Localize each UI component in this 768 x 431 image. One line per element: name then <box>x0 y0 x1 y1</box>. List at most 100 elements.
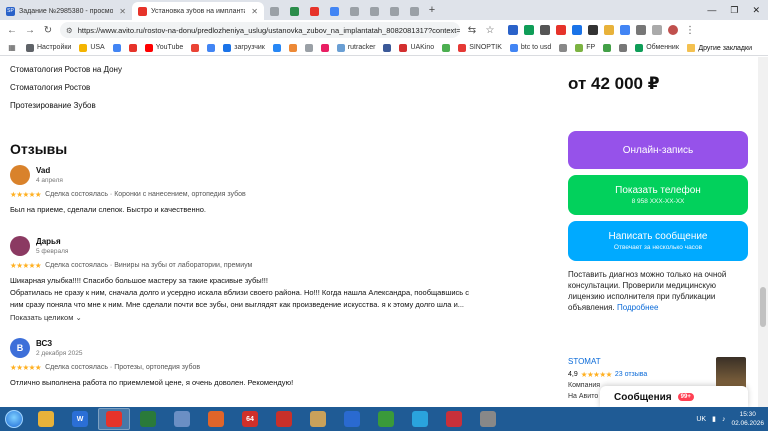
diagnosis-note: Поставить диагноз можно только на очной … <box>568 269 748 313</box>
taskbar-app-app-green[interactable] <box>370 408 402 430</box>
reviewer-name[interactable]: Дарья <box>36 237 68 246</box>
language-indicator[interactable]: UK <box>696 416 706 423</box>
start-button[interactable] <box>0 407 28 431</box>
back-icon[interactable]: ← <box>6 25 18 36</box>
bookmark-item[interactable]: btc to usd <box>509 43 551 52</box>
tag-link[interactable]: Протезирование Зубов <box>10 97 550 115</box>
sidepanel-icon[interactable] <box>652 25 662 35</box>
clock[interactable]: 15:30 02.06.2026 <box>731 410 764 428</box>
taskbar-app-chrome[interactable] <box>98 408 130 430</box>
url-field[interactable]: ⚙ https://www.avito.ru/rostov-na-donu/pr… <box>60 22 460 38</box>
browser-tab[interactable] <box>264 2 284 20</box>
taskbar-app-app-red[interactable] <box>268 408 300 430</box>
taskbar-app-app64[interactable]: 64 <box>234 408 266 430</box>
browser-tab[interactable] <box>364 2 384 20</box>
taskbar-app-app-red2[interactable] <box>438 408 470 430</box>
tag-link[interactable]: Стоматология Ростов <box>10 79 550 97</box>
site-info-icon[interactable]: ⚙ <box>66 26 73 35</box>
extension-icon[interactable] <box>604 25 614 35</box>
bookmark-item[interactable]: SINOPTIK <box>458 43 502 52</box>
bookmark-item[interactable] <box>112 43 121 52</box>
bookmark-item[interactable] <box>619 43 628 52</box>
tab-close-icon[interactable]: ✕ <box>119 7 126 16</box>
bookmark-item[interactable] <box>128 43 137 52</box>
taskbar-app-folder[interactable] <box>302 408 334 430</box>
bookmark-item[interactable]: USA <box>79 43 105 52</box>
online-booking-button[interactable]: Онлайн-запись <box>568 131 748 169</box>
extension-icon[interactable] <box>540 25 550 35</box>
extension-icon[interactable] <box>556 25 566 35</box>
minimize-button[interactable]: — <box>707 5 716 15</box>
write-message-button[interactable]: Написать сообщение Отвечает за несколько… <box>568 221 748 261</box>
bookmark-item[interactable]: UAKino <box>399 43 434 52</box>
taskbar-app-terminal[interactable] <box>132 408 164 430</box>
bookmark-item[interactable] <box>207 43 216 52</box>
bookmark-item[interactable] <box>442 43 451 52</box>
taskbar-app-media[interactable] <box>200 408 232 430</box>
other-bookmarks[interactable]: Другие закладки <box>681 40 752 55</box>
bookmark-item[interactable] <box>191 43 200 52</box>
apps-grid-icon[interactable]: ▦ <box>6 43 18 52</box>
reviewer-name[interactable]: ВСЗ <box>36 339 82 348</box>
extension-icon[interactable] <box>524 25 534 35</box>
bookmark-item[interactable]: FP <box>575 43 595 52</box>
tab-close-icon[interactable]: ✕ <box>251 7 258 16</box>
taskbar-app-app-gray[interactable] <box>472 408 504 430</box>
bookmark-item[interactable]: Настройки <box>26 43 71 52</box>
browser-tab[interactable] <box>284 2 304 20</box>
bookmark-star-icon[interactable]: ☆ <box>484 25 496 36</box>
browser-tab[interactable] <box>324 2 344 20</box>
browser-tab[interactable] <box>404 2 424 20</box>
avatar[interactable] <box>10 236 30 256</box>
taskbar-app-app-blue[interactable] <box>336 408 368 430</box>
bookmark-item[interactable]: rutracker <box>336 43 375 52</box>
scrollbar-thumb[interactable] <box>760 287 766 327</box>
network-icon[interactable]: ▮ <box>712 415 716 423</box>
bookmark-item[interactable] <box>320 43 329 52</box>
new-tab-button[interactable]: + <box>424 4 440 16</box>
terminal-icon <box>140 411 156 427</box>
browser-tab[interactable] <box>304 2 324 20</box>
bookmark-item[interactable]: загрузчик <box>223 43 265 52</box>
show-phone-button[interactable]: Показать телефон 8 958 XXX-XX-XX <box>568 175 748 215</box>
taskbar-app-explorer[interactable] <box>30 408 62 430</box>
extension-icon[interactable] <box>588 25 598 35</box>
extension-icon[interactable] <box>572 25 582 35</box>
bookmark-item[interactable]: Обменник <box>635 43 679 52</box>
bookmark-item[interactable] <box>272 43 281 52</box>
bookmark-item[interactable] <box>559 43 568 52</box>
taskbar-app-photo[interactable] <box>166 408 198 430</box>
show-full-review-button[interactable]: Показать целиком ⌄ <box>10 313 550 322</box>
bookmark-item[interactable] <box>288 43 297 52</box>
messages-popup[interactable]: Сообщения 99+ <box>600 386 748 408</box>
extensions-puzzle-icon[interactable] <box>636 25 646 35</box>
bookmark-item[interactable] <box>383 43 392 52</box>
taskbar-app-telegram[interactable] <box>404 408 436 430</box>
menu-kebab-icon[interactable]: ⋮ <box>684 25 696 36</box>
browser-tab[interactable] <box>344 2 364 20</box>
bookmark-item[interactable]: YouTube <box>144 43 183 52</box>
extension-icon[interactable] <box>508 25 518 35</box>
browser-tab[interactable]: SP Задание №2985380 - просмотр з ✕ <box>0 2 132 20</box>
tag-link[interactable]: Стоматология Ростов на Дону <box>10 61 550 79</box>
avatar[interactable] <box>10 165 30 185</box>
browser-tab[interactable] <box>384 2 404 20</box>
volume-icon[interactable]: ♪ <box>722 416 726 423</box>
profile-avatar[interactable] <box>668 25 678 35</box>
maximize-button[interactable]: ❐ <box>730 5 738 16</box>
extension-icon[interactable] <box>620 25 630 35</box>
close-window-button[interactable]: ✕ <box>752 5 760 16</box>
translate-icon[interactable]: ⇆ <box>466 25 478 36</box>
seller-reviews-link[interactable]: 23 отзыва <box>615 371 647 378</box>
bookmark-item[interactable] <box>603 43 612 52</box>
page-scrollbar[interactable] <box>758 57 768 407</box>
reviewer-name[interactable]: Vad <box>36 166 63 175</box>
taskbar-app-wps[interactable]: W <box>64 408 96 430</box>
more-link[interactable]: Подробнее <box>617 303 659 312</box>
browser-tab[interactable]: Установка зубов на имплантатах ✕ <box>132 2 264 20</box>
reload-icon[interactable]: ↻ <box>42 25 54 36</box>
seller-avatar[interactable] <box>716 357 746 389</box>
avatar[interactable]: В <box>10 338 30 358</box>
forward-icon[interactable]: → <box>24 25 36 36</box>
bookmark-item[interactable] <box>304 43 313 52</box>
